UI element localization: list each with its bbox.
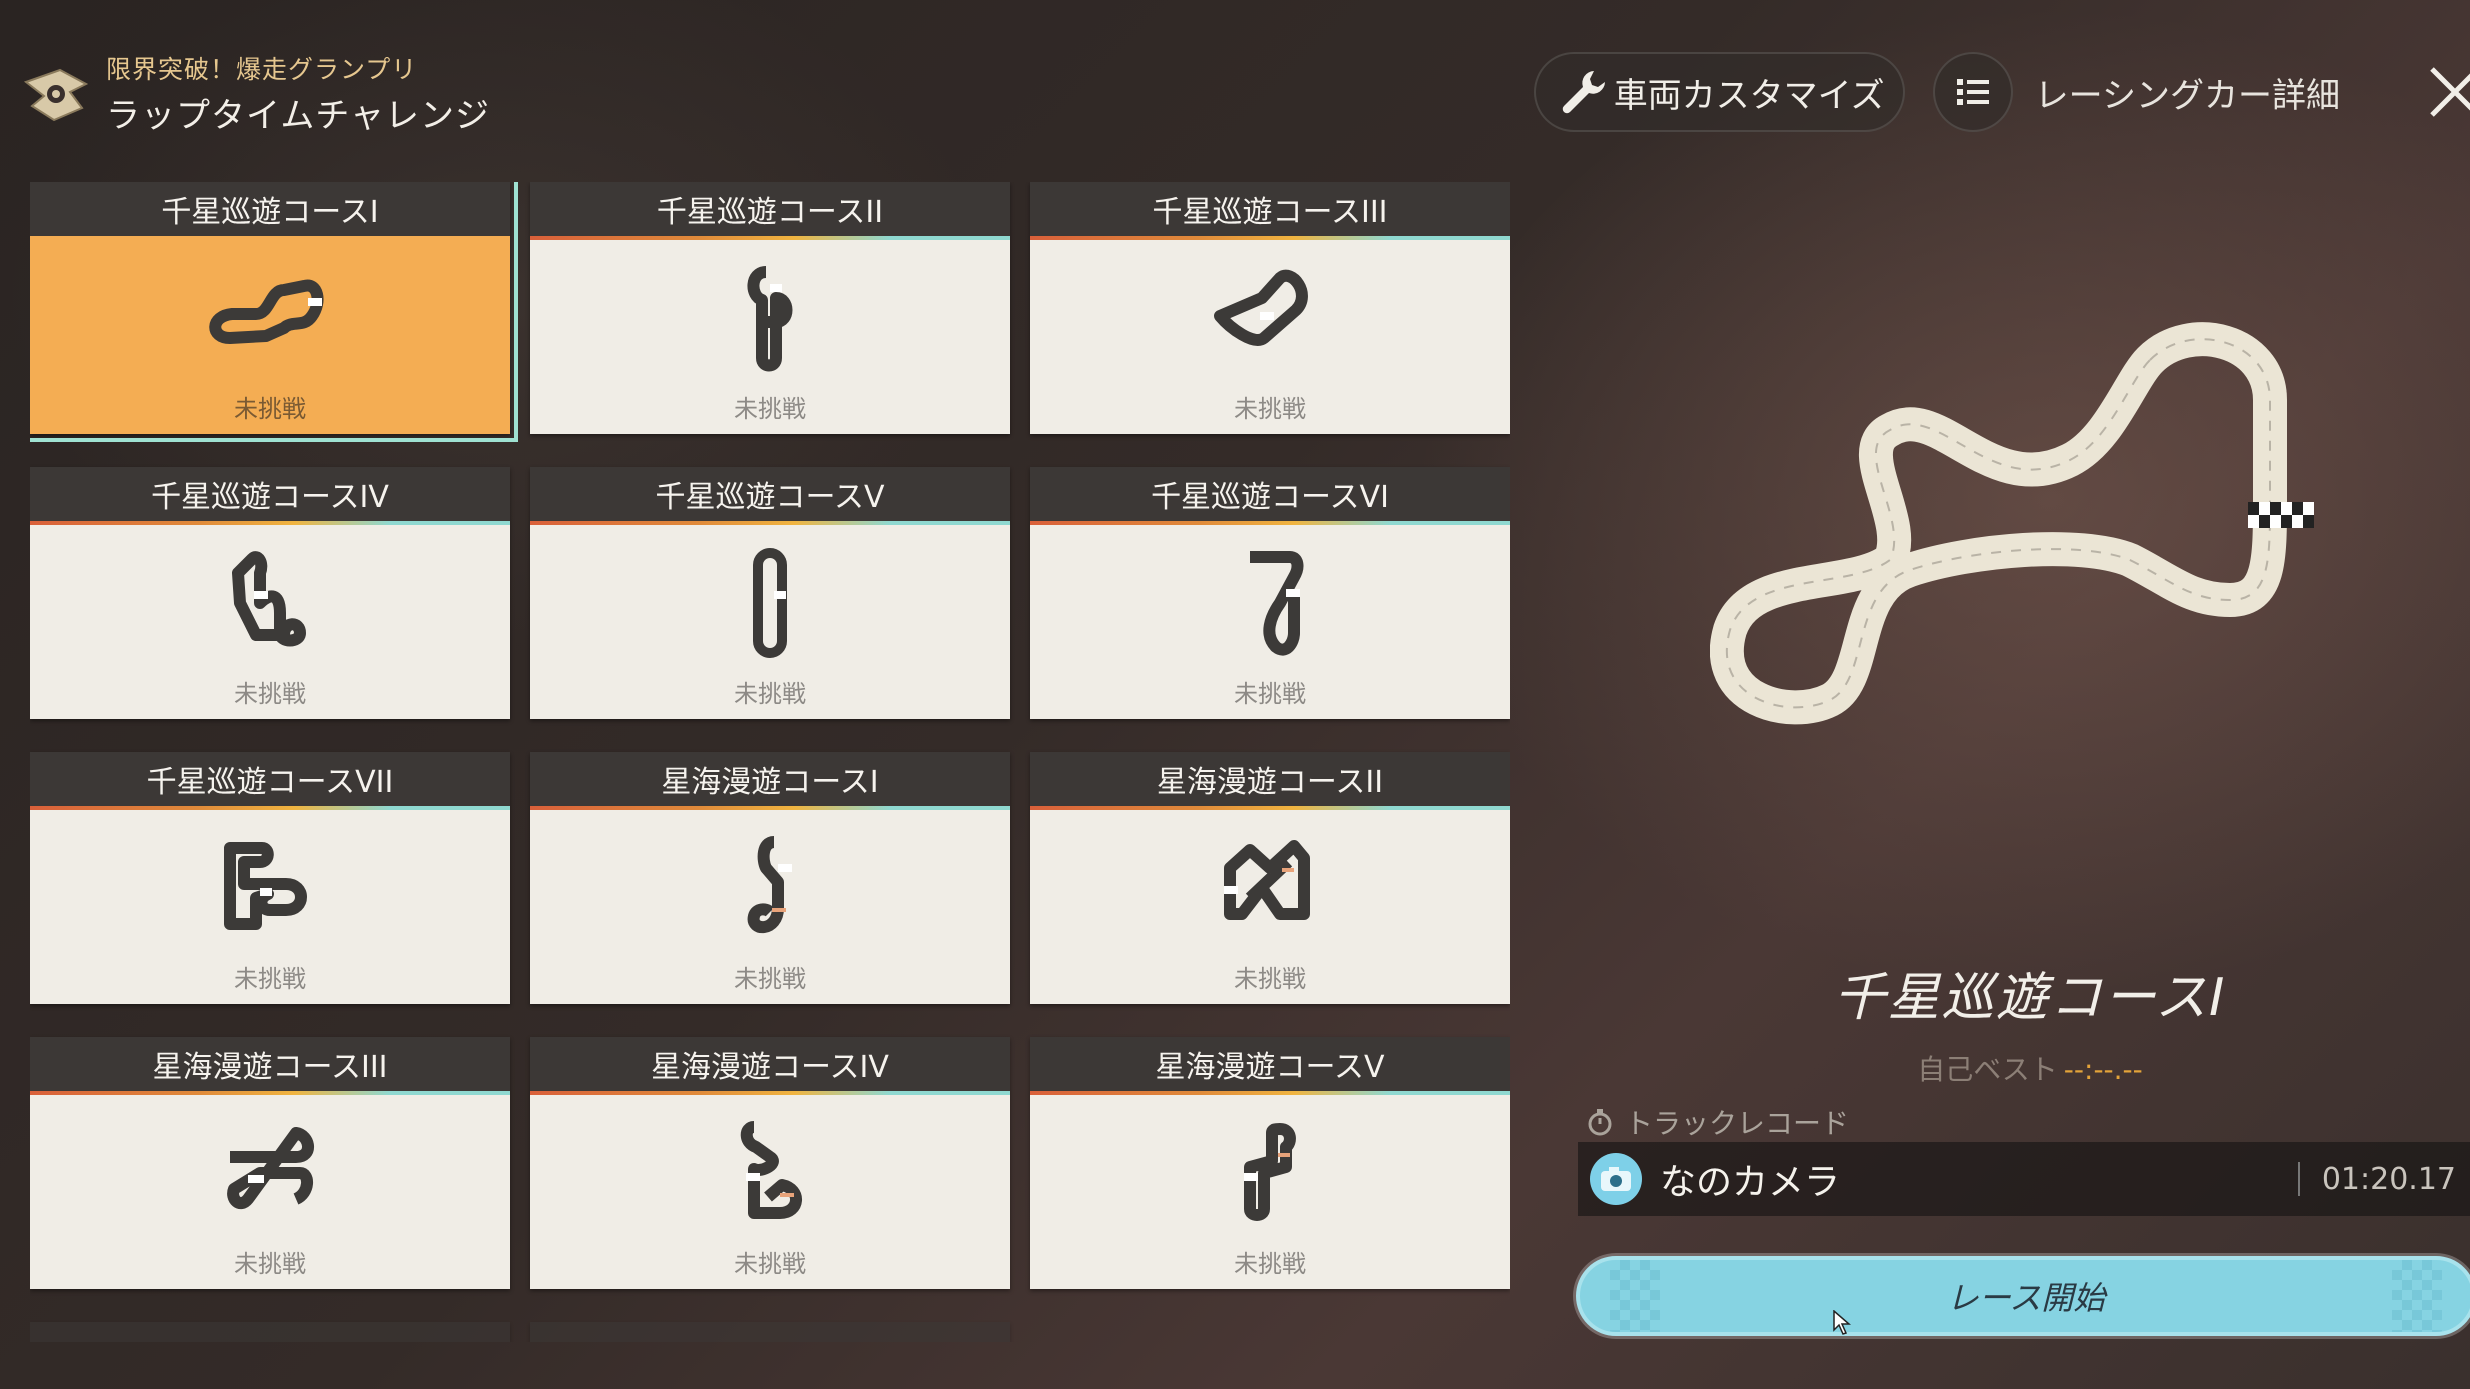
start-race-label: レース開始 (1946, 1279, 2106, 1317)
course-card[interactable]: 千星巡遊コースVII 未挑戦 (30, 752, 510, 1004)
course-status: 未挑戦 (734, 1250, 806, 1278)
vehicle-customize-button[interactable]: 車両カスタマイズ (1533, 52, 1905, 132)
page-header: 限界突破！爆走グランプリ ラップタイムチャレンジ (20, 50, 490, 137)
selected-course-name: 千星巡遊コースI (1833, 968, 2227, 1028)
checker-decoration (2392, 1260, 2442, 1332)
avatar (1590, 1153, 1642, 1205)
track-thumbnail-icon (224, 842, 307, 930)
course-status: 未挑戦 (734, 680, 806, 708)
checker-decoration (1610, 1260, 1660, 1332)
course-card[interactable]: 千星巡遊コースIV 未挑戦 (30, 467, 510, 719)
course-card-title: 星海漫遊コースII (1030, 752, 1510, 810)
track-thumbnail-icon (232, 551, 306, 647)
list-icon (1932, 52, 2013, 132)
course-card[interactable]: 千星巡遊コースII 未挑戦 (530, 182, 1010, 434)
event-logo-icon (23, 68, 89, 121)
course-card-title: 千星巡遊コースV (530, 467, 1010, 525)
track-thumbnail-icon (1214, 269, 1308, 346)
personal-best-value: --:--.-- (2063, 1053, 2143, 1086)
vehicle-customize-label: 車両カスタマイズ (1613, 75, 1885, 116)
course-card-partial[interactable] (530, 1322, 1010, 1342)
racing-car-details-button[interactable]: レーシングカー詳細 (1932, 52, 2340, 132)
course-card[interactable]: 星海漫遊コースIII 未挑戦 (30, 1037, 510, 1289)
course-status: 未挑戦 (234, 1250, 306, 1278)
track-thumbnail-icon (1244, 1123, 1296, 1221)
personal-best-label: 自己ベスト (1917, 1053, 2058, 1086)
stopwatch-icon (1588, 1109, 1612, 1136)
track-thumbnail-icon (747, 266, 793, 372)
event-subtitle: 限界突破！爆走グランプリ (106, 55, 418, 84)
track-thumbnail-icon (1224, 840, 1310, 920)
record-holder-name: なのカメラ (1660, 1162, 1841, 1203)
course-card-title: 千星巡遊コースII (530, 182, 1010, 240)
wrench-icon (1562, 71, 1605, 114)
course-status: 未挑戦 (234, 395, 306, 423)
course-card-partial[interactable] (30, 1322, 510, 1342)
course-card-title: 千星巡遊コースVII (30, 752, 510, 810)
course-card-title: 千星巡遊コースVI (1030, 467, 1510, 525)
track-thumbnail-icon (1250, 551, 1304, 656)
page-title: ラップタイムチャレンジ (106, 96, 490, 136)
track-thumbnail-icon (209, 279, 324, 344)
track-thumbnail-icon (227, 1127, 314, 1210)
course-card-title: 千星巡遊コースIII (1030, 182, 1510, 240)
mouse-cursor-icon (1833, 1310, 1851, 1335)
racing-car-details-label: レーシングカー詳細 (2034, 75, 2340, 116)
course-status: 未挑戦 (1234, 1250, 1306, 1278)
track-thumbnail-icon (753, 548, 787, 658)
track-thumbnail-icon (740, 1121, 802, 1219)
course-card-title: 星海漫遊コースIII (30, 1037, 510, 1095)
course-card[interactable]: 星海漫遊コースII 未挑戦 (1030, 752, 1510, 1004)
course-status: 未挑戦 (1234, 395, 1306, 423)
course-status: 未挑戦 (234, 965, 306, 993)
course-card[interactable]: 千星巡遊コースIII 未挑戦 (1030, 182, 1510, 434)
course-card[interactable]: 千星巡遊コースI 未挑戦 (30, 182, 518, 442)
track-preview-map (1710, 322, 2314, 725)
personal-best: 自己ベスト --:--.-- (1580, 1048, 2470, 1088)
top-toolbar: 車両カスタマイズ レーシングカー詳細 (1533, 52, 2470, 132)
divider (2297, 1162, 2300, 1196)
course-status: 未挑戦 (1234, 965, 1306, 993)
start-race-button[interactable]: レース開始 (1576, 1256, 2470, 1336)
course-card-title: 千星巡遊コースI (30, 182, 510, 240)
track-record-row: なのカメラ 01:20.17 (1578, 1142, 2470, 1216)
close-icon[interactable] (2420, 57, 2470, 127)
course-card[interactable]: 星海漫遊コースIV 未挑戦 (530, 1037, 1010, 1289)
record-time: 01:20.17 (2321, 1161, 2456, 1197)
course-card-title: 星海漫遊コースV (1030, 1037, 1510, 1095)
course-card[interactable]: 星海漫遊コースI 未挑戦 (530, 752, 1010, 1004)
course-card-title: 千星巡遊コースIV (30, 467, 510, 525)
course-card[interactable]: 千星巡遊コースVI 未挑戦 (1030, 467, 1510, 719)
camera-icon (1601, 1167, 1631, 1191)
course-status: 未挑戦 (734, 965, 806, 993)
course-card[interactable]: 星海漫遊コースV 未挑戦 (1030, 1037, 1510, 1289)
course-card-title: 星海漫遊コースI (530, 752, 1010, 810)
course-grid: 千星巡遊コースI 未挑戦 千星巡遊コースII 未挑戦 千星巡遊コースIII 未挑… (30, 182, 1510, 1342)
course-card-title: 星海漫遊コースIV (530, 1037, 1010, 1095)
course-status: 未挑戦 (234, 680, 306, 708)
track-record-header: トラックレコード (1585, 1102, 1849, 1142)
finish-line-icon (2248, 502, 2314, 528)
track-record-label: トラックレコード (1625, 1107, 1850, 1140)
course-card[interactable]: 千星巡遊コースV 未挑戦 (530, 467, 1010, 719)
course-status: 未挑戦 (734, 395, 806, 423)
track-thumbnail-icon (747, 836, 792, 934)
course-status: 未挑戦 (1234, 680, 1306, 708)
